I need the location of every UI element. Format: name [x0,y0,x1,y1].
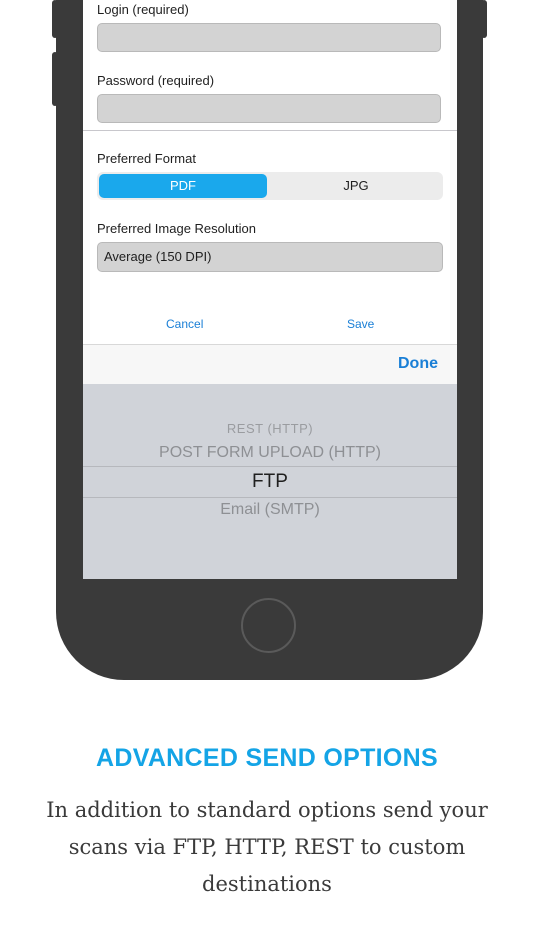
picker-option-selected[interactable]: FTP [83,471,457,493]
home-button [241,598,296,653]
marketing-headline: ADVANCED SEND OPTIONS [96,744,438,772]
picker-option[interactable]: REST (HTTP) [83,421,457,436]
phone-screen: Login (required) Password (required) Pre… [83,0,457,579]
save-button[interactable]: Save [347,317,374,331]
picker-selection-line [83,497,457,498]
cancel-button[interactable]: Cancel [166,317,203,331]
marketing-description: In addition to standard options send you… [46,798,488,896]
format-label: Preferred Format [97,151,196,166]
login-label: Login (required) [97,2,189,17]
picker-option[interactable]: POST FORM UPLOAD (HTTP) [83,444,457,462]
picker-selection-line [83,466,457,467]
password-field[interactable] [97,94,441,123]
password-label: Password (required) [97,73,215,88]
resolution-select[interactable]: Average (150 DPI) [97,242,443,272]
done-button[interactable]: Done [398,355,438,373]
format-option-pdf[interactable]: PDF [99,174,267,198]
format-segmented-control: PDF JPG [97,172,443,200]
send-method-picker[interactable]: REST (HTTP) POST FORM UPLOAD (HTTP) FTP … [83,384,457,579]
picker-option[interactable]: Email (SMTP) [83,501,457,519]
resolution-label: Preferred Image Resolution [97,221,256,236]
format-option-jpg[interactable]: JPG [271,174,441,198]
section-divider [83,130,457,131]
picker-toolbar: Done [83,344,457,384]
login-field[interactable] [97,23,441,52]
